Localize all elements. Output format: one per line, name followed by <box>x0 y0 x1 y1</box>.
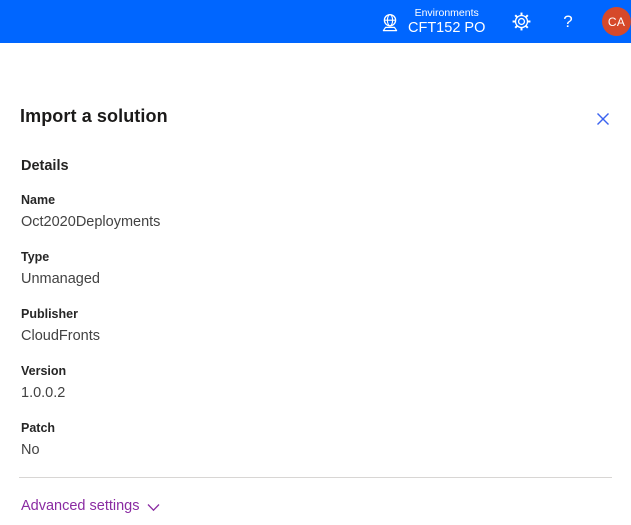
close-panel-button[interactable] <box>592 108 614 130</box>
field-name: Name Oct2020Deployments <box>21 193 631 232</box>
environments-globe-icon <box>382 13 398 31</box>
settings-gear-icon <box>512 12 530 31</box>
field-type: Type Unmanaged <box>21 250 631 289</box>
section-divider <box>19 477 612 478</box>
environment-picker-button[interactable]: Environments CFT152 PO <box>372 0 490 43</box>
field-version-value: 1.0.0.2 <box>21 385 66 401</box>
advanced-settings-label: Advanced settings <box>21 498 140 514</box>
settings-button[interactable] <box>502 0 540 43</box>
environment-picker-caption: Environments <box>414 6 479 19</box>
field-version: Version 1.0.0.2 <box>21 364 631 403</box>
account-avatar[interactable]: CA <box>602 7 631 36</box>
field-type-value: Unmanaged <box>21 271 100 287</box>
chevron-down-icon <box>147 504 159 512</box>
field-patch-label: Patch <box>21 421 56 435</box>
panel-title: Import a solution <box>20 106 168 126</box>
field-patch: Patch No <box>21 421 631 460</box>
import-solution-panel: Import a solution Details Name Oct2020De… <box>0 43 631 525</box>
details-section-title: Details <box>21 158 69 174</box>
app-top-bar: Environments CFT152 PO ? CA <box>0 0 631 43</box>
field-publisher-value: CloudFronts <box>21 328 100 344</box>
field-name-value: Oct2020Deployments <box>21 214 161 230</box>
field-type-label: Type <box>21 250 50 264</box>
field-patch-value: No <box>21 442 40 458</box>
environment-picker-text: Environments CFT152 PO <box>408 7 485 37</box>
panel-header: Import a solution <box>0 43 631 128</box>
advanced-settings-toggle[interactable]: Advanced settings <box>21 497 160 516</box>
close-x-icon <box>597 113 609 125</box>
field-publisher-label: Publisher <box>21 307 78 321</box>
help-question-icon: ? <box>563 11 573 31</box>
field-publisher: Publisher CloudFronts <box>21 307 631 346</box>
panel-content: Details Name Oct2020Deployments Type Unm… <box>0 157 631 460</box>
environment-picker-current: CFT152 PO <box>408 19 486 36</box>
field-version-label: Version <box>21 364 67 378</box>
help-button[interactable]: ? <box>549 0 587 43</box>
field-name-label: Name <box>21 193 56 207</box>
avatar-initials: CA <box>607 14 626 29</box>
